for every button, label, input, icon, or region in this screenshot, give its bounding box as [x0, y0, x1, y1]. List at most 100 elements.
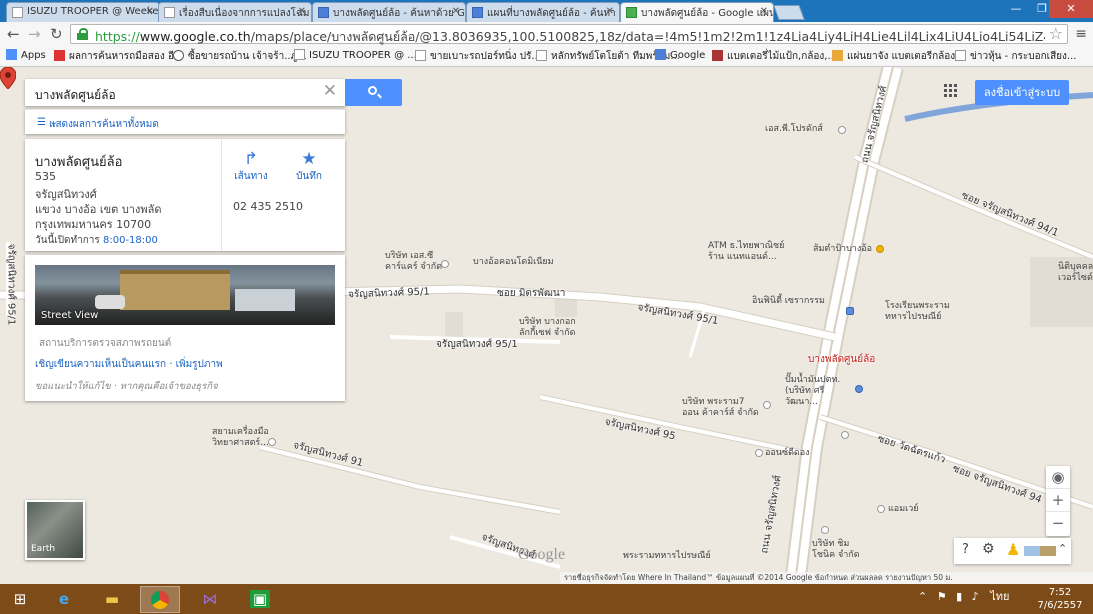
browser-tab[interactable]: บางพลัดศูนย์ล้อ - ค้นหาด้วย G ✕: [312, 2, 466, 22]
system-clock[interactable]: 7:52 7/6/2557: [1035, 586, 1085, 612]
reload-icon[interactable]: ↻: [50, 25, 63, 43]
tab-close-icon[interactable]: ✕: [760, 6, 768, 17]
bookmark-item[interactable]: แบตเตอรี่ไม้แป้ก,กล้อง,...: [712, 49, 837, 64]
close-window-button[interactable]: ✕: [1049, 0, 1093, 18]
search-input[interactable]: บางพลัดศูนย์ล้อ: [35, 86, 116, 105]
zoom-in-button[interactable]: +: [1046, 489, 1070, 512]
apps-grid-icon[interactable]: [944, 84, 958, 98]
start-button[interactable]: ⊞: [0, 586, 40, 613]
gas-station-icon[interactable]: [855, 385, 863, 393]
bookmark-item[interactable]: ISUZU TROOPER @ ...: [294, 49, 417, 61]
expand-icon[interactable]: ⌃: [1058, 542, 1067, 555]
write-review-link[interactable]: เชิญเขียนความเห็นเป็นคนแรก: [35, 359, 166, 370]
chevron-down-icon[interactable]: ⌄: [49, 115, 335, 128]
add-photo-link[interactable]: เพิ่มรูปภาพ: [176, 359, 223, 370]
imagery-thumbnail-icon[interactable]: [1024, 546, 1040, 556]
poi-icon[interactable]: [821, 526, 829, 534]
back-arrow-icon[interactable]: ←: [7, 25, 20, 43]
forward-arrow-icon[interactable]: →: [28, 25, 41, 43]
search-box[interactable]: บางพลัดศูนย์ล้อ ✕: [25, 79, 345, 106]
poi-icon[interactable]: [755, 449, 763, 457]
bus-stop-icon[interactable]: [846, 307, 854, 315]
bookmark-item[interactable]: Google: [655, 49, 705, 61]
marker-label[interactable]: บางพลัดศูนย์ล้อ: [808, 352, 875, 367]
street-view-thumbnail[interactable]: Street View: [35, 265, 335, 325]
network-icon[interactable]: ▮: [956, 590, 962, 603]
poi-label[interactable]: ATM ธ.ไทยพาณิชย์ ร้าน แนทแอนด์...: [708, 241, 788, 263]
address-bar[interactable]: https://www.google.co.th/maps/place/บางพ…: [70, 24, 1068, 44]
bookmark-item[interactable]: ขายเบาะรถปอร์ทนิ่ง ปรั...: [415, 49, 541, 64]
road-label: จรัญสนิทวงศ์ 95/1: [5, 243, 17, 326]
taskbar-store[interactable]: ▣: [240, 586, 280, 613]
poi-label[interactable]: ปั๊มน้ำมันปตท. (บริษัท ศรีวัฒนา...: [785, 375, 855, 408]
poi-label[interactable]: พระรามทหารไปรษณีย์: [623, 551, 711, 562]
browser-tab[interactable]: เรื่องสืบเนื่องจากการแปลงโฉม ✕: [158, 2, 312, 22]
browser-tab[interactable]: แผนที่บางพลัดศูนย์ล้อ - ค้นหา ✕: [466, 2, 620, 22]
search-button[interactable]: [345, 79, 402, 106]
poi-icon[interactable]: [763, 401, 771, 409]
poi-label[interactable]: บางอ้อคอนโดมิเนียม: [473, 257, 554, 268]
poi-icon[interactable]: [268, 438, 276, 446]
language-indicator[interactable]: ไทย: [990, 590, 1009, 603]
tab-close-icon[interactable]: ✕: [606, 6, 614, 17]
earth-view-toggle[interactable]: Earth: [25, 500, 85, 560]
poi-label[interactable]: สยามเครื่องมือ วิทยาศาสตร์...: [212, 427, 272, 449]
owner-note[interactable]: ขอแนะนำให้แก้ไข · หากคุณคือเจ้าของธุรกิจ: [35, 379, 218, 394]
gear-icon[interactable]: ⚙: [982, 541, 995, 557]
tab-close-icon[interactable]: ✕: [452, 6, 460, 17]
place-marker-icon[interactable]: [0, 67, 16, 89]
my-location-icon[interactable]: ◉: [1046, 466, 1070, 489]
poi-label[interactable]: เอส.พี.โปรดักส์: [765, 124, 823, 135]
poi-icon[interactable]: [877, 505, 885, 513]
imagery-thumbnail-icon[interactable]: [1040, 546, 1056, 556]
bookmark-item[interactable]: ซื้อขายรถบ้าน เจ้าจร้า..ภู...: [173, 49, 307, 64]
url-text[interactable]: https://www.google.co.th/maps/place/บางพ…: [95, 27, 1045, 47]
clear-search-icon[interactable]: ✕: [323, 81, 337, 101]
taskbar-visualstudio[interactable]: ⋈: [190, 586, 230, 613]
directions-button[interactable]: ↱ เส้นทาง: [226, 149, 276, 184]
browser-tab[interactable]: ISUZU TROOPER @ Weeke ✕: [6, 2, 160, 22]
save-button[interactable]: ★ บันทึก: [284, 149, 334, 184]
help-icon[interactable]: ?: [962, 542, 969, 557]
poi-label[interactable]: แอมเวย์: [888, 504, 919, 515]
browser-tab-strip: ISUZU TROOPER @ Weeke ✕ เรื่องสืบเนื่องจ…: [0, 0, 1093, 22]
map-canvas[interactable]: ถนน จรัญสนิทวงศ์ ถนน จรัญสนิทวงศ์ จรัญสน…: [0, 67, 1093, 584]
taskbar-explorer[interactable]: ▬: [92, 586, 132, 613]
minimize-button[interactable]: —: [1003, 0, 1029, 18]
poi-label[interactable]: บริษัท เอส.ซี คาร์แคร์ จำกัด: [385, 251, 445, 273]
sign-in-button[interactable]: ลงชื่อเข้าสู่ระบบ: [975, 80, 1069, 105]
poi-label[interactable]: ส้มตำป้าบางอ้อ: [813, 244, 872, 255]
browser-tab-active[interactable]: บางพลัดศูนย์ล้อ - Google แผน ✕: [620, 2, 774, 22]
folder-icon: ▬: [104, 590, 120, 608]
bookmark-item[interactable]: ผลการค้นหารถมือสอง อี...: [54, 49, 184, 64]
poi-label[interactable]: ออนซ์ดีดอง: [765, 448, 810, 459]
poi-icon[interactable]: [441, 260, 449, 268]
poi-label[interactable]: อินฟินิตี้ เซรากรรม: [752, 296, 825, 307]
poi-label[interactable]: โรงเรียนพระราม ทหารไปรษณีย์: [885, 301, 955, 323]
phone-number[interactable]: 02 435 2510: [233, 200, 303, 213]
bookmark-star-icon[interactable]: ☆: [1049, 24, 1063, 43]
zoom-out-button[interactable]: −: [1046, 512, 1070, 535]
restaurant-icon[interactable]: [876, 245, 884, 253]
pegman-icon[interactable]: ♟: [1006, 540, 1020, 559]
poi-label[interactable]: บริษัท ชิม โชนิค จำกัด: [812, 539, 862, 561]
tab-close-icon[interactable]: ✕: [298, 6, 306, 17]
show-hidden-icon[interactable]: ⌃: [918, 590, 927, 603]
flag-icon[interactable]: ⚑: [937, 590, 947, 603]
show-all-results[interactable]: ☰ แสดงผลการค้นหาทั้งหมด ⌄: [25, 109, 345, 134]
map-attribution[interactable]: รายชื่อธุรกิจจัดทำโดย Where In Thailand™…: [560, 572, 1093, 584]
taskbar-ie[interactable]: e: [44, 586, 84, 613]
browser-menu-icon[interactable]: ≡: [1075, 26, 1087, 42]
bookmark-item[interactable]: แผ่นยาจัง แบตเตอรีกล้อง...: [832, 49, 965, 64]
taskbar-chrome[interactable]: [140, 586, 180, 613]
new-tab-button[interactable]: [773, 5, 805, 20]
poi-label[interactable]: บริษัท พระราม7 ออน ค้าคาร์ส์ จำกัด: [682, 397, 762, 419]
poi-label[interactable]: บริษัท บางกอก ลักกี้เซฟ จำกัด: [519, 317, 579, 339]
bookmark-item[interactable]: ข่าวหุ้น - กระบอกเสียง...: [955, 49, 1076, 64]
tab-close-icon[interactable]: ✕: [146, 6, 154, 17]
volume-icon[interactable]: ♪: [972, 590, 979, 603]
poi-label[interactable]: นิติบุคคล เวอร์ไซด์: [1058, 262, 1093, 284]
poi-icon[interactable]: [841, 431, 849, 439]
poi-icon[interactable]: [838, 126, 846, 134]
bookmark-apps[interactable]: Apps: [6, 49, 46, 61]
